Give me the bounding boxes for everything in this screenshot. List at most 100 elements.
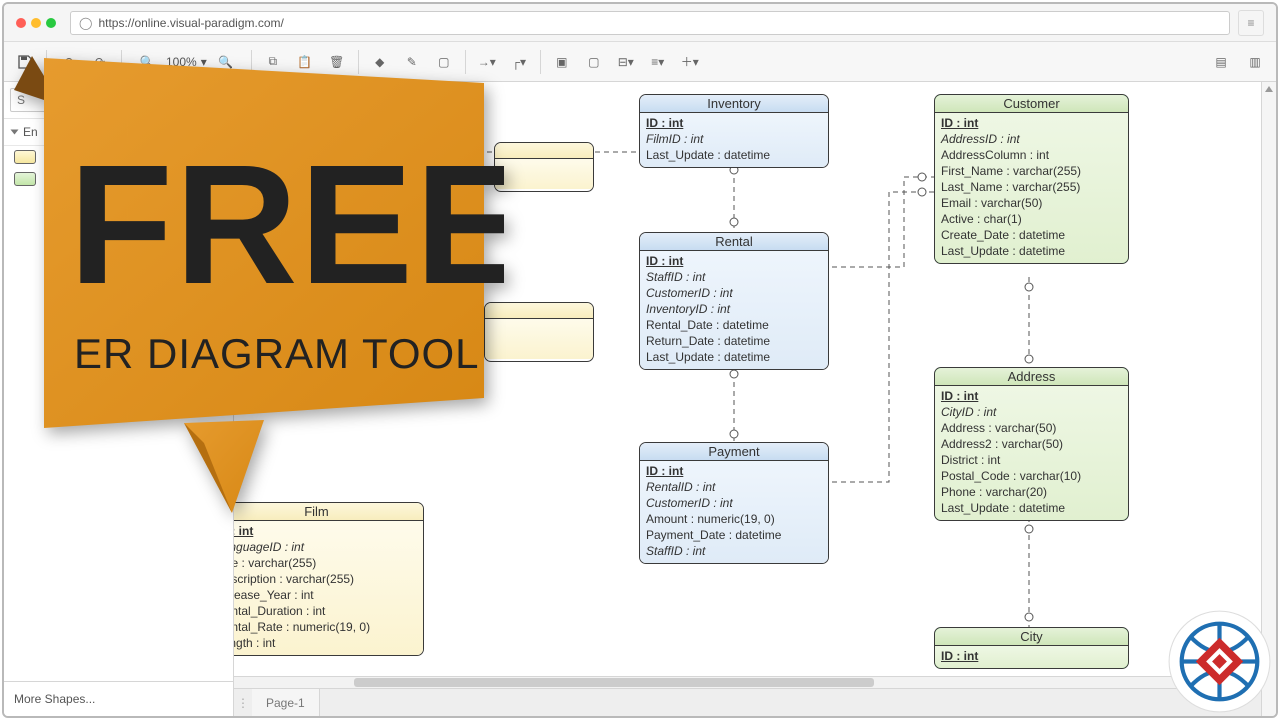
horizontal-scrollbar[interactable] bbox=[234, 676, 1243, 688]
entity-column: AddressColumn : int bbox=[941, 147, 1122, 163]
entity-column: ID : int bbox=[941, 115, 1122, 131]
entity-column: Amount : numeric(19, 0) bbox=[646, 511, 822, 527]
format-panel-button[interactable]: ▤ bbox=[1206, 47, 1236, 77]
entity-film[interactable]: Film ID : intLanguageID : intTitle : var… bbox=[234, 502, 424, 656]
redo-button[interactable]: ↷ bbox=[85, 47, 115, 77]
paste-button[interactable]: 📋 bbox=[290, 47, 320, 77]
entity-column: StaffID : int bbox=[646, 543, 822, 559]
fill-color-button[interactable]: ◆ bbox=[365, 47, 395, 77]
entity-column: StaffID : int bbox=[646, 269, 822, 285]
entity-header: Rental bbox=[640, 233, 828, 251]
entity-header: Inventory bbox=[640, 95, 828, 113]
entity-header: City bbox=[935, 628, 1128, 646]
entity-rental[interactable]: Rental ID : intStaffID : intCustomerID :… bbox=[639, 232, 829, 370]
app-toolbar: ↶ ↷ 🔍 100% ▾ 🔍 ⧉ 📋 🗑 ◆ ✎ ▢ →▾ ┌▾ ▣ ▢ ⊟▾ … bbox=[4, 42, 1276, 82]
entity-column: Address : varchar(50) bbox=[941, 420, 1122, 436]
entity-column: FilmID : int bbox=[646, 131, 822, 147]
browser-chrome: ◯ https://online.visual-paradigm.com/ ≡ bbox=[4, 4, 1276, 42]
entity-column: Active : char(1) bbox=[941, 211, 1122, 227]
entity-hidden-1[interactable] bbox=[494, 142, 594, 192]
waypoint-style-button[interactable]: ┌▾ bbox=[504, 47, 534, 77]
entity-column: Postal_Code : varchar(10) bbox=[941, 468, 1122, 484]
entity-hidden-2[interactable] bbox=[484, 302, 594, 362]
shapes-sidebar: En More Shapes... bbox=[4, 82, 234, 716]
entity-inventory[interactable]: Inventory ID : intFilmID : intLast_Updat… bbox=[639, 94, 829, 168]
window-minimize-button[interactable] bbox=[31, 18, 41, 28]
entity-column: Rental_Date : datetime bbox=[646, 317, 822, 333]
entity-column: Rental_Rate : numeric(19, 0) bbox=[234, 619, 417, 635]
connector-style-button[interactable]: →▾ bbox=[472, 47, 502, 77]
search-shapes-input[interactable] bbox=[10, 88, 227, 112]
entity-column: ID : int bbox=[941, 648, 1122, 664]
collapse-icon bbox=[11, 130, 19, 135]
entity-column: Last_Update : datetime bbox=[941, 243, 1122, 259]
entity-column: ID : int bbox=[646, 253, 822, 269]
visual-paradigm-logo-icon bbox=[1167, 609, 1272, 714]
zoom-out-button[interactable]: 🔍 bbox=[132, 47, 162, 77]
tabs-drag-handle[interactable]: ⋮ bbox=[234, 696, 252, 710]
zoom-in-button[interactable]: 🔍 bbox=[211, 47, 241, 77]
entity-column: AddressID : int bbox=[941, 131, 1122, 147]
browser-menu-button[interactable]: ≡ bbox=[1238, 10, 1264, 36]
line-color-button[interactable]: ✎ bbox=[397, 47, 427, 77]
entity-column: Release_Year : int bbox=[234, 587, 417, 603]
entity-column: Last_Update : datetime bbox=[646, 349, 822, 365]
entity-column: RentalID : int bbox=[646, 479, 822, 495]
page-tab-1[interactable]: Page-1 bbox=[252, 689, 320, 716]
to-front-button[interactable]: ▣ bbox=[547, 47, 577, 77]
distribute-button[interactable]: ≡▾ bbox=[643, 47, 673, 77]
entity-column: Last_Update : datetime bbox=[941, 500, 1122, 516]
align-button[interactable]: ⊟▾ bbox=[611, 47, 641, 77]
add-button[interactable]: ＋▾ bbox=[675, 47, 705, 77]
zoom-controls: 🔍 100% ▾ 🔍 bbox=[128, 47, 245, 77]
entity-header: Address bbox=[935, 368, 1128, 386]
delete-button[interactable]: 🗑 bbox=[322, 47, 352, 77]
undo-button[interactable]: ↶ bbox=[53, 47, 83, 77]
entity-column: Address2 : varchar(50) bbox=[941, 436, 1122, 452]
entity-column: Email : varchar(50) bbox=[941, 195, 1122, 211]
entity-column: Last_Name : varchar(255) bbox=[941, 179, 1122, 195]
entity-column: CustomerID : int bbox=[646, 285, 822, 301]
scroll-up-icon bbox=[1265, 86, 1273, 92]
diagram-canvas[interactable]: Inventory ID : intFilmID : intLast_Updat… bbox=[234, 82, 1261, 716]
browser-window: ◯ https://online.visual-paradigm.com/ ≡ … bbox=[2, 2, 1278, 718]
page-tabs: ⋮ Page-1 bbox=[234, 688, 1261, 716]
entity-column: Phone : varchar(20) bbox=[941, 484, 1122, 500]
entity-column: Return_Date : datetime bbox=[646, 333, 822, 349]
entity-address[interactable]: Address ID : intCityID : intAddress : va… bbox=[934, 367, 1129, 521]
entity-column: Rental_Duration : int bbox=[234, 603, 417, 619]
shape-entity-green[interactable] bbox=[4, 168, 233, 190]
shape-entity-yellow[interactable] bbox=[4, 146, 233, 168]
copy-button[interactable]: ⧉ bbox=[258, 47, 288, 77]
globe-icon: ◯ bbox=[79, 16, 92, 30]
shape-category[interactable]: En bbox=[4, 119, 233, 146]
more-shapes-button[interactable]: More Shapes... bbox=[4, 681, 233, 716]
save-button[interactable] bbox=[10, 47, 40, 77]
address-url: https://online.visual-paradigm.com/ bbox=[98, 16, 283, 30]
entity-column: Payment_Date : datetime bbox=[646, 527, 822, 543]
window-close-button[interactable] bbox=[16, 18, 26, 28]
entity-header: Payment bbox=[640, 443, 828, 461]
outline-panel-button[interactable]: ▥ bbox=[1240, 47, 1270, 77]
entity-column: ID : int bbox=[941, 388, 1122, 404]
entity-customer[interactable]: Customer ID : intAddressID : intAddressC… bbox=[934, 94, 1129, 264]
shadow-button[interactable]: ▢ bbox=[429, 47, 459, 77]
entity-column: District : int bbox=[941, 452, 1122, 468]
scrollbar-thumb[interactable] bbox=[354, 678, 874, 687]
window-controls bbox=[16, 18, 56, 28]
to-back-button[interactable]: ▢ bbox=[579, 47, 609, 77]
zoom-dropdown-icon[interactable]: ▾ bbox=[201, 55, 207, 69]
main-area: En More Shapes... bbox=[4, 82, 1276, 716]
entity-column: First_Name : varchar(255) bbox=[941, 163, 1122, 179]
entity-city[interactable]: City ID : int bbox=[934, 627, 1129, 669]
entity-column: Description : varchar(255) bbox=[234, 571, 417, 587]
entity-column: ID : int bbox=[646, 115, 822, 131]
category-label: En bbox=[23, 125, 38, 139]
canvas-area[interactable]: Inventory ID : intFilmID : intLast_Updat… bbox=[234, 82, 1261, 716]
entity-payment[interactable]: Payment ID : intRentalID : intCustomerID… bbox=[639, 442, 829, 564]
address-bar[interactable]: ◯ https://online.visual-paradigm.com/ bbox=[70, 11, 1230, 35]
entity-shape-icon bbox=[14, 172, 36, 186]
entity-column: Title : varchar(255) bbox=[234, 555, 417, 571]
entity-header: Customer bbox=[935, 95, 1128, 113]
window-maximize-button[interactable] bbox=[46, 18, 56, 28]
